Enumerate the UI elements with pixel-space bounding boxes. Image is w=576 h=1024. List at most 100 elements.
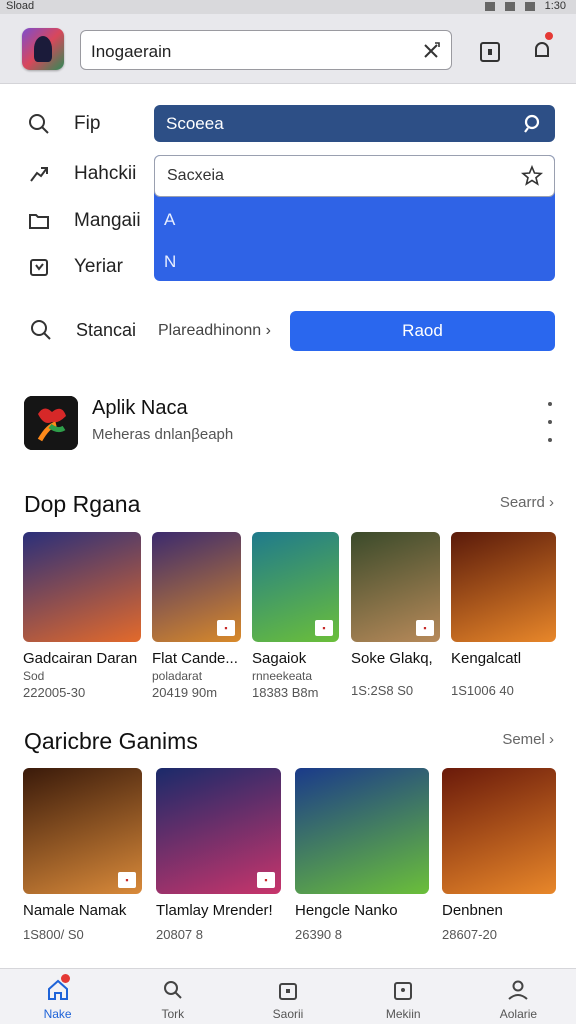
game-publisher: Sod xyxy=(23,669,45,683)
search-icon[interactable] xyxy=(521,112,545,136)
see-all-link[interactable]: Searrd › xyxy=(500,494,554,511)
game-title: Kengalcatl xyxy=(451,650,522,667)
nav-tab-label: Tork xyxy=(161,1007,185,1021)
game-thumbnail xyxy=(451,532,556,642)
game-title: Soke Glakq, xyxy=(351,650,433,667)
nav-tab-store[interactable]: Saorii xyxy=(230,969,345,1024)
nav-badge-dot xyxy=(61,974,70,983)
primary-action-button[interactable]: Raod xyxy=(290,311,555,351)
share-arrow-icon xyxy=(30,167,48,182)
game-stats: 18383 B8m xyxy=(252,685,319,700)
signal-icon xyxy=(504,1,515,11)
search-icon xyxy=(163,981,182,999)
breadcrumb-link[interactable]: Plareadhinonn › xyxy=(158,322,271,340)
search-icon xyxy=(29,114,49,134)
dropdown-panel: Sacxeia A N xyxy=(154,155,555,281)
game-stats: 1S800/ S0 xyxy=(23,927,84,942)
game-thumbnail: ▪ xyxy=(156,768,281,894)
nav-tab-home[interactable]: Nake xyxy=(0,969,115,1024)
menu-item-label: Yeriar xyxy=(74,256,123,277)
app-logo-icon[interactable] xyxy=(22,28,64,70)
top-app-bar: Inogaerain xyxy=(0,14,576,84)
game-title: Tlamlay Mrender! xyxy=(156,902,273,919)
corner-badge-icon: ▪ xyxy=(217,620,235,636)
game-title: Flat Cande... xyxy=(152,650,238,667)
battery-icon xyxy=(524,1,535,11)
nav-tab-label: Aolarie xyxy=(499,1007,538,1021)
game-title: Namale Namak xyxy=(23,902,127,919)
game-card[interactable]: ▪ Namale Namak 1S800/ S0 xyxy=(23,768,142,942)
top-search-value: Inogaerain xyxy=(91,42,172,61)
section-title: Dop Rgana xyxy=(24,491,141,517)
app-flower-icon xyxy=(24,396,78,450)
featured-app-icon[interactable] xyxy=(24,396,78,450)
game-thumbnail: ▪ xyxy=(152,532,241,642)
game-card[interactable]: Gadcairan Daran Sod 222005-30 xyxy=(23,532,141,700)
search-row-label: Stancai xyxy=(76,320,137,340)
game-card[interactable]: ▪ Sagaiok rnneekeata 18383 B8m xyxy=(252,532,339,700)
dropdown-option[interactable]: N xyxy=(164,252,176,272)
nav-tab-library[interactable]: Mekiin xyxy=(346,969,461,1024)
folder-icon xyxy=(29,214,49,229)
game-title: Denbnen xyxy=(442,902,503,919)
game-title: Sagaiok xyxy=(252,650,307,667)
section-title: Qaricbre Ganims xyxy=(24,728,198,754)
nav-tab-label: Mekiin xyxy=(385,1007,421,1021)
featured-app-title[interactable]: Aplik Naca xyxy=(92,397,188,420)
more-options-icon[interactable] xyxy=(540,402,560,442)
game-card[interactable]: ▪ Tlamlay Mrender! 20807 8 xyxy=(156,768,281,942)
featured-app-subtitle: Meheras dnlanβeaph xyxy=(92,426,234,443)
menu-item-label: Mangaii xyxy=(74,210,141,231)
status-time: 1:30 xyxy=(544,0,566,12)
corner-badge-icon: ▪ xyxy=(118,872,136,888)
corner-badge-icon: ▪ xyxy=(257,872,275,888)
calendar-icon xyxy=(30,259,48,276)
game-thumbnail: ▪ xyxy=(351,532,440,642)
dropdown-option[interactable]: A xyxy=(164,210,175,230)
clear-icon[interactable] xyxy=(417,37,445,65)
game-card[interactable]: Kengalcatl 1S1006 40 xyxy=(451,532,556,698)
status-carrier: Sload xyxy=(6,0,35,12)
game-card[interactable]: ▪ Soke Glakq, 1S:2S8 S0 xyxy=(351,532,440,698)
notification-badge xyxy=(543,30,555,42)
bottom-navigation: Nake Tork Saorii Mekiin Aolarie xyxy=(0,968,576,1024)
game-stats: 20807 8 xyxy=(156,927,203,942)
nav-tab-label: Nake xyxy=(43,1007,72,1021)
nav-tab-profile[interactable]: Aolarie xyxy=(461,969,576,1024)
menu-item-folder[interactable]: Mangaii xyxy=(24,203,141,239)
search-icon xyxy=(31,320,51,340)
menu-item-fip[interactable]: Fip xyxy=(24,106,100,142)
see-all-link[interactable]: Semel › xyxy=(502,731,554,748)
game-thumbnail: ▪ xyxy=(23,768,142,894)
game-card[interactable]: Denbnen 28607-20 xyxy=(442,768,556,942)
game-title: Gadcairan Daran xyxy=(23,650,138,667)
game-card[interactable]: ▪ Flat Cande... poladarat 20419 90m xyxy=(152,532,241,700)
game-stats: 28607-20 xyxy=(442,927,497,942)
game-thumbnail xyxy=(295,768,429,894)
game-stats: 1S:2S8 S0 xyxy=(351,683,414,698)
game-publisher: rnneekeata xyxy=(252,669,313,683)
menu-item-share[interactable]: Hahckii xyxy=(24,156,136,192)
nav-tab-search[interactable]: Tork xyxy=(115,969,230,1024)
dropdown-header[interactable]: Scoeea xyxy=(154,105,555,142)
corner-badge-icon: ▪ xyxy=(416,620,434,636)
game-stats: 1S1006 40 xyxy=(451,683,514,698)
nav-tab-label: Saorii xyxy=(272,1007,304,1021)
dropdown-search-input[interactable]: Sacxeia xyxy=(154,155,555,197)
dropdown-input-value: Sacxeia xyxy=(167,167,224,184)
game-thumbnail xyxy=(23,532,141,642)
game-stats: 222005-30 xyxy=(23,685,86,700)
library-icon xyxy=(394,982,413,1000)
corner-badge-icon: ▪ xyxy=(315,620,333,636)
notes-icon[interactable] xyxy=(476,38,504,66)
game-card[interactable]: Hengcle Nanko 26390 8 xyxy=(295,768,429,942)
dropdown-header-label: Scoeea xyxy=(166,114,224,133)
star-icon[interactable] xyxy=(520,164,544,188)
game-thumbnail xyxy=(442,768,556,894)
wifi-icon xyxy=(484,1,495,11)
game-title: Hengcle Nanko xyxy=(295,902,398,919)
game-stats: 20419 90m xyxy=(152,685,218,700)
top-search-field[interactable]: Inogaerain xyxy=(80,30,452,70)
menu-item-calendar[interactable]: Yeriar xyxy=(24,249,123,285)
profile-icon xyxy=(508,980,529,1000)
